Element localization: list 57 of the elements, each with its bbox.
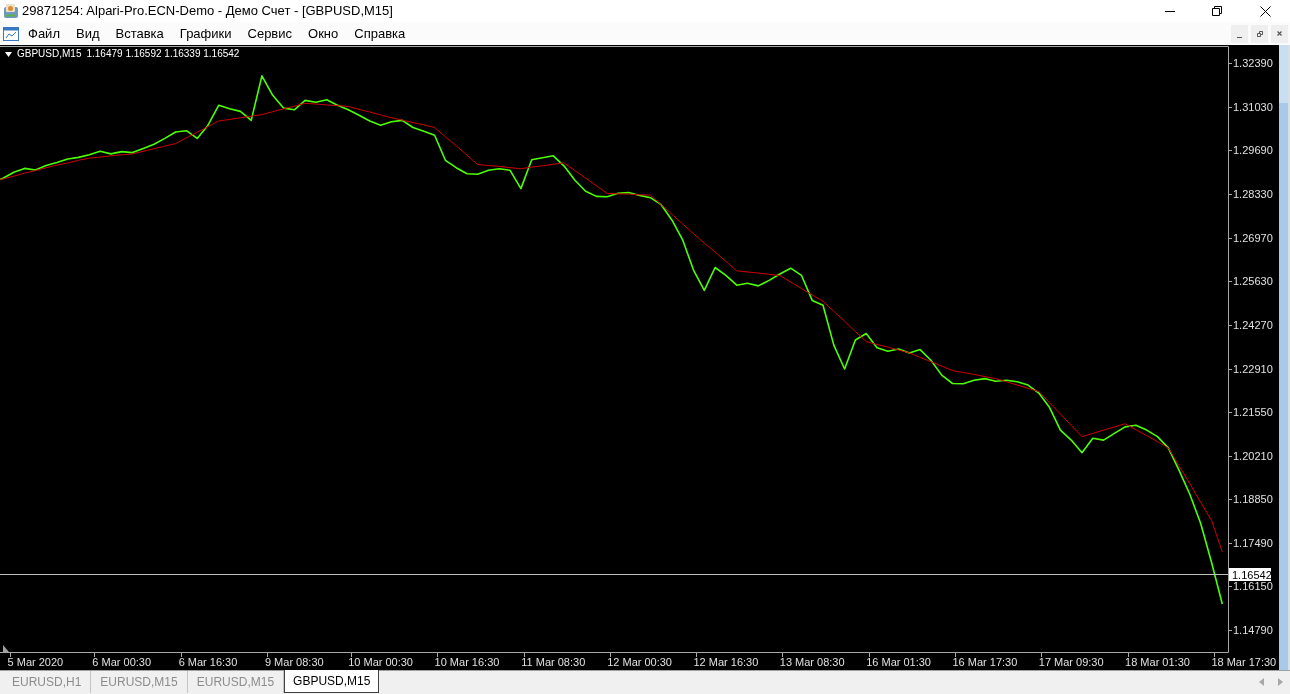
- chart-quotes: 1.16479 1.16592 1.16339 1.16542: [86, 48, 240, 60]
- menu-item[interactable]: Справка: [346, 23, 414, 44]
- price-axis-label: 1.18850: [1233, 493, 1273, 506]
- current-price-label: 1.16542: [1229, 568, 1272, 581]
- menu-item[interactable]: Вставка: [107, 23, 172, 44]
- chart-symbol: GBPUSD,M15: [17, 48, 82, 60]
- restore-icon: [1211, 6, 1222, 16]
- price-axis-label: 1.25630: [1233, 275, 1273, 288]
- minimize-icon: [1237, 36, 1242, 38]
- tab[interactable]: GBPUSD,M15: [284, 670, 380, 693]
- price-axis-label: 1.17490: [1233, 537, 1273, 550]
- scrollbar[interactable]: [1279, 45, 1288, 670]
- menu-item[interactable]: Окно: [300, 23, 347, 44]
- menu-item[interactable]: Файл: [20, 23, 68, 44]
- price-axis-label: 1.22910: [1233, 362, 1273, 375]
- price-axis-label: 1.16150: [1233, 580, 1273, 593]
- time-axis-label: 11 Mar 08:30: [521, 656, 586, 668]
- minimize-icon: [1165, 10, 1175, 12]
- scrollbar-thumb[interactable]: [1279, 45, 1288, 103]
- close-icon: [1259, 5, 1271, 17]
- time-axis-label: 10 Mar 00:30: [348, 656, 413, 668]
- close-icon: [1277, 31, 1282, 36]
- price-axis-label: 1.14790: [1233, 624, 1273, 637]
- caret-down-icon[interactable]: [5, 51, 12, 57]
- price-axis-label: 1.26970: [1233, 231, 1273, 244]
- time-axis-label: 5 Mar 2020: [7, 656, 64, 668]
- child-restore-button[interactable]: [1251, 24, 1268, 43]
- menu-item[interactable]: Графики: [171, 23, 240, 44]
- price-axis-label: 1.28330: [1233, 188, 1273, 201]
- scroll-left-icon[interactable]: [1259, 678, 1264, 686]
- time-axis-label: 18 Mar 01:30: [1125, 656, 1190, 668]
- price-axis-label: 1.24270: [1233, 318, 1273, 331]
- time-axis-label: 9 Mar 08:30: [264, 656, 324, 668]
- time-axis-label: 6 Mar 16:30: [178, 656, 238, 668]
- time-axis-label: 10 Mar 16:30: [434, 656, 500, 668]
- time-axis-label: 16 Mar 01:30: [866, 656, 931, 668]
- price-axis-label: 1.21550: [1233, 406, 1273, 419]
- time-axis-label: 6 Mar 00:30: [92, 656, 152, 668]
- price-axis-label: 1.32390: [1233, 57, 1273, 70]
- menu-item[interactable]: Сервис: [239, 23, 301, 44]
- menu-item[interactable]: Вид: [67, 23, 108, 44]
- time-axis-label: 13 Mar 08:30: [779, 656, 845, 668]
- time-axis-label: 12 Mar 00:30: [607, 656, 672, 668]
- scroll-right-icon[interactable]: [1278, 678, 1283, 686]
- shift-marker-icon[interactable]: [3, 645, 9, 652]
- price-axis-label: 1.29690: [1233, 144, 1273, 157]
- price-axis-label: 1.20210: [1233, 449, 1273, 462]
- price-axis-label: 1.31030: [1233, 101, 1273, 114]
- time-axis-label: 18 Mar 17:30: [1211, 656, 1277, 668]
- app-icon: [3, 3, 19, 19]
- child-close-button[interactable]: [1271, 24, 1288, 43]
- time-axis-label: 17 Mar 09:30: [1038, 656, 1104, 668]
- time-axis-label: 16 Mar 17:30: [952, 656, 1018, 668]
- time-axis-label: 12 Mar 16:30: [693, 656, 759, 668]
- restore-icon: [1256, 30, 1263, 37]
- chart-window-icon[interactable]: [3, 25, 19, 42]
- window-title: 29871254: Alpari-Pro.ECN-Demo - Демо Счет - [GBPUSD,M15]: [22, 2, 393, 21]
